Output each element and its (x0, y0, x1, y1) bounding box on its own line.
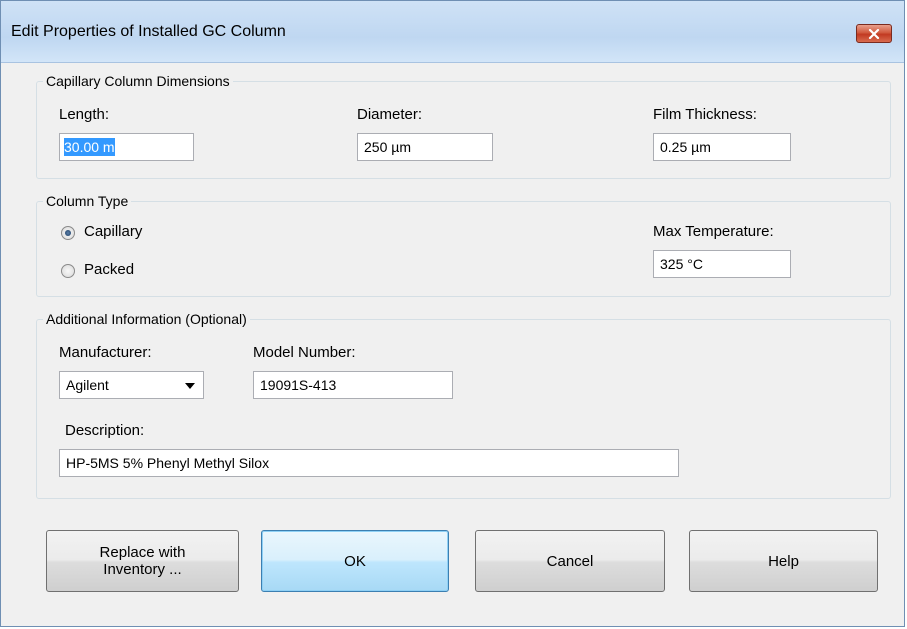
capillary-label[interactable]: Capillary (84, 223, 142, 241)
title-bar[interactable]: Edit Properties of Installed GC Column (1, 1, 904, 63)
dimensions-group: Capillary Column Dimensions Length: 30.0… (36, 73, 891, 179)
length-field[interactable]: 30.00 m (59, 133, 194, 161)
close-button[interactable] (856, 24, 892, 43)
ok-button[interactable]: OK (261, 530, 449, 592)
cancel-button[interactable]: Cancel (475, 530, 665, 592)
manufacturer-label: Manufacturer: (59, 344, 152, 361)
dialog-client-area: Capillary Column Dimensions Length: 30.0… (2, 63, 903, 625)
chevron-down-icon (185, 383, 195, 389)
manufacturer-select[interactable]: Agilent (59, 371, 204, 399)
capillary-radio[interactable] (61, 226, 75, 240)
dialog-window: Edit Properties of Installed GC Column C… (0, 0, 905, 627)
length-label: Length: (59, 106, 110, 123)
close-icon (868, 28, 880, 39)
diameter-label: Diameter: (357, 106, 423, 123)
help-button[interactable]: Help (689, 530, 878, 592)
column-type-group: Column Type Capillary Packed Max Tempera… (36, 193, 891, 297)
model-number-label: Model Number: (253, 344, 356, 361)
film-thickness-label: Film Thickness: (653, 106, 757, 123)
length-value: 30.00 m (64, 138, 115, 156)
description-label: Description: (65, 422, 145, 439)
packed-radio[interactable] (61, 264, 75, 278)
diameter-field[interactable]: 250 µm (357, 133, 493, 161)
replace-button-text: Replace with Inventory ... (100, 544, 186, 578)
max-temperature-label: Max Temperature: (653, 223, 774, 240)
window-title: Edit Properties of Installed GC Column (11, 23, 286, 40)
replace-button-line1: Replace with (99, 544, 186, 561)
description-field[interactable]: HP-5MS 5% Phenyl Methyl Silox (59, 449, 679, 477)
packed-label[interactable]: Packed (84, 261, 134, 279)
replace-button-line2: Inventory ... (103, 561, 182, 578)
film-thickness-field[interactable]: 0.25 µm (653, 133, 791, 161)
model-number-field[interactable]: 19091S-413 (253, 371, 453, 399)
max-temperature-field[interactable]: 325 °C (653, 250, 791, 278)
additional-info-group-label: Additional Information (Optional) (43, 311, 250, 327)
dimensions-group-label: Capillary Column Dimensions (43, 73, 233, 89)
column-type-group-label: Column Type (43, 193, 132, 209)
manufacturer-value: Agilent (66, 377, 109, 393)
replace-with-inventory-button[interactable]: Replace with Inventory ... (46, 530, 239, 592)
additional-info-group: Additional Information (Optional) Manufa… (36, 311, 891, 499)
